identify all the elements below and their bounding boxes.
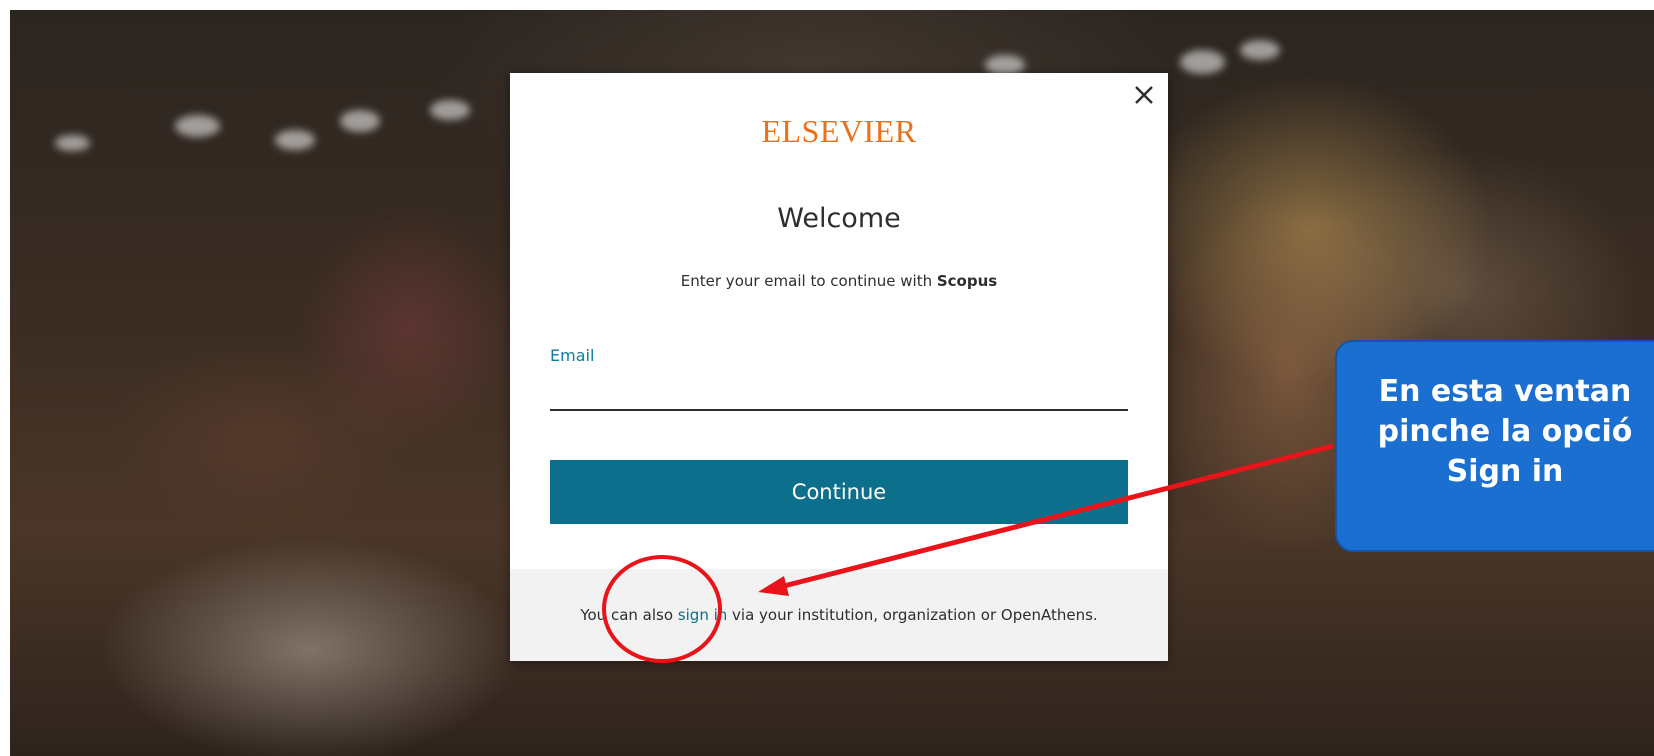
subtitle-text: Enter your email to continue with [680, 272, 937, 290]
product-name: Scopus [936, 272, 998, 290]
sign-in-link[interactable]: sign in [678, 606, 727, 624]
dialog-subtitle: Enter your email to continue with Scopus [510, 272, 1168, 290]
callout-line-3: Sign in [1446, 454, 1564, 489]
sign-in-dialog: ELSEVIER Welcome Enter your email to con… [510, 73, 1168, 661]
footer-text-suffix: via your institution, organization or Op… [732, 606, 1098, 624]
callout-line-2: pinche la opció [1377, 414, 1633, 449]
footer-text-prefix: You can also [580, 606, 674, 624]
dialog-footer: You can also sign in via your institutio… [510, 569, 1168, 661]
close-icon[interactable] [1130, 81, 1158, 109]
email-label: Email [550, 346, 595, 365]
dialog-title: Welcome [777, 203, 901, 234]
callout-line-1: En esta ventan [1378, 374, 1632, 409]
elsevier-logo: ELSEVIER [761, 113, 917, 149]
instruction-callout: En esta ventan pinche la opció Sign in [1335, 340, 1654, 552]
email-field[interactable] [550, 373, 1128, 411]
continue-button[interactable]: Continue [550, 460, 1128, 524]
